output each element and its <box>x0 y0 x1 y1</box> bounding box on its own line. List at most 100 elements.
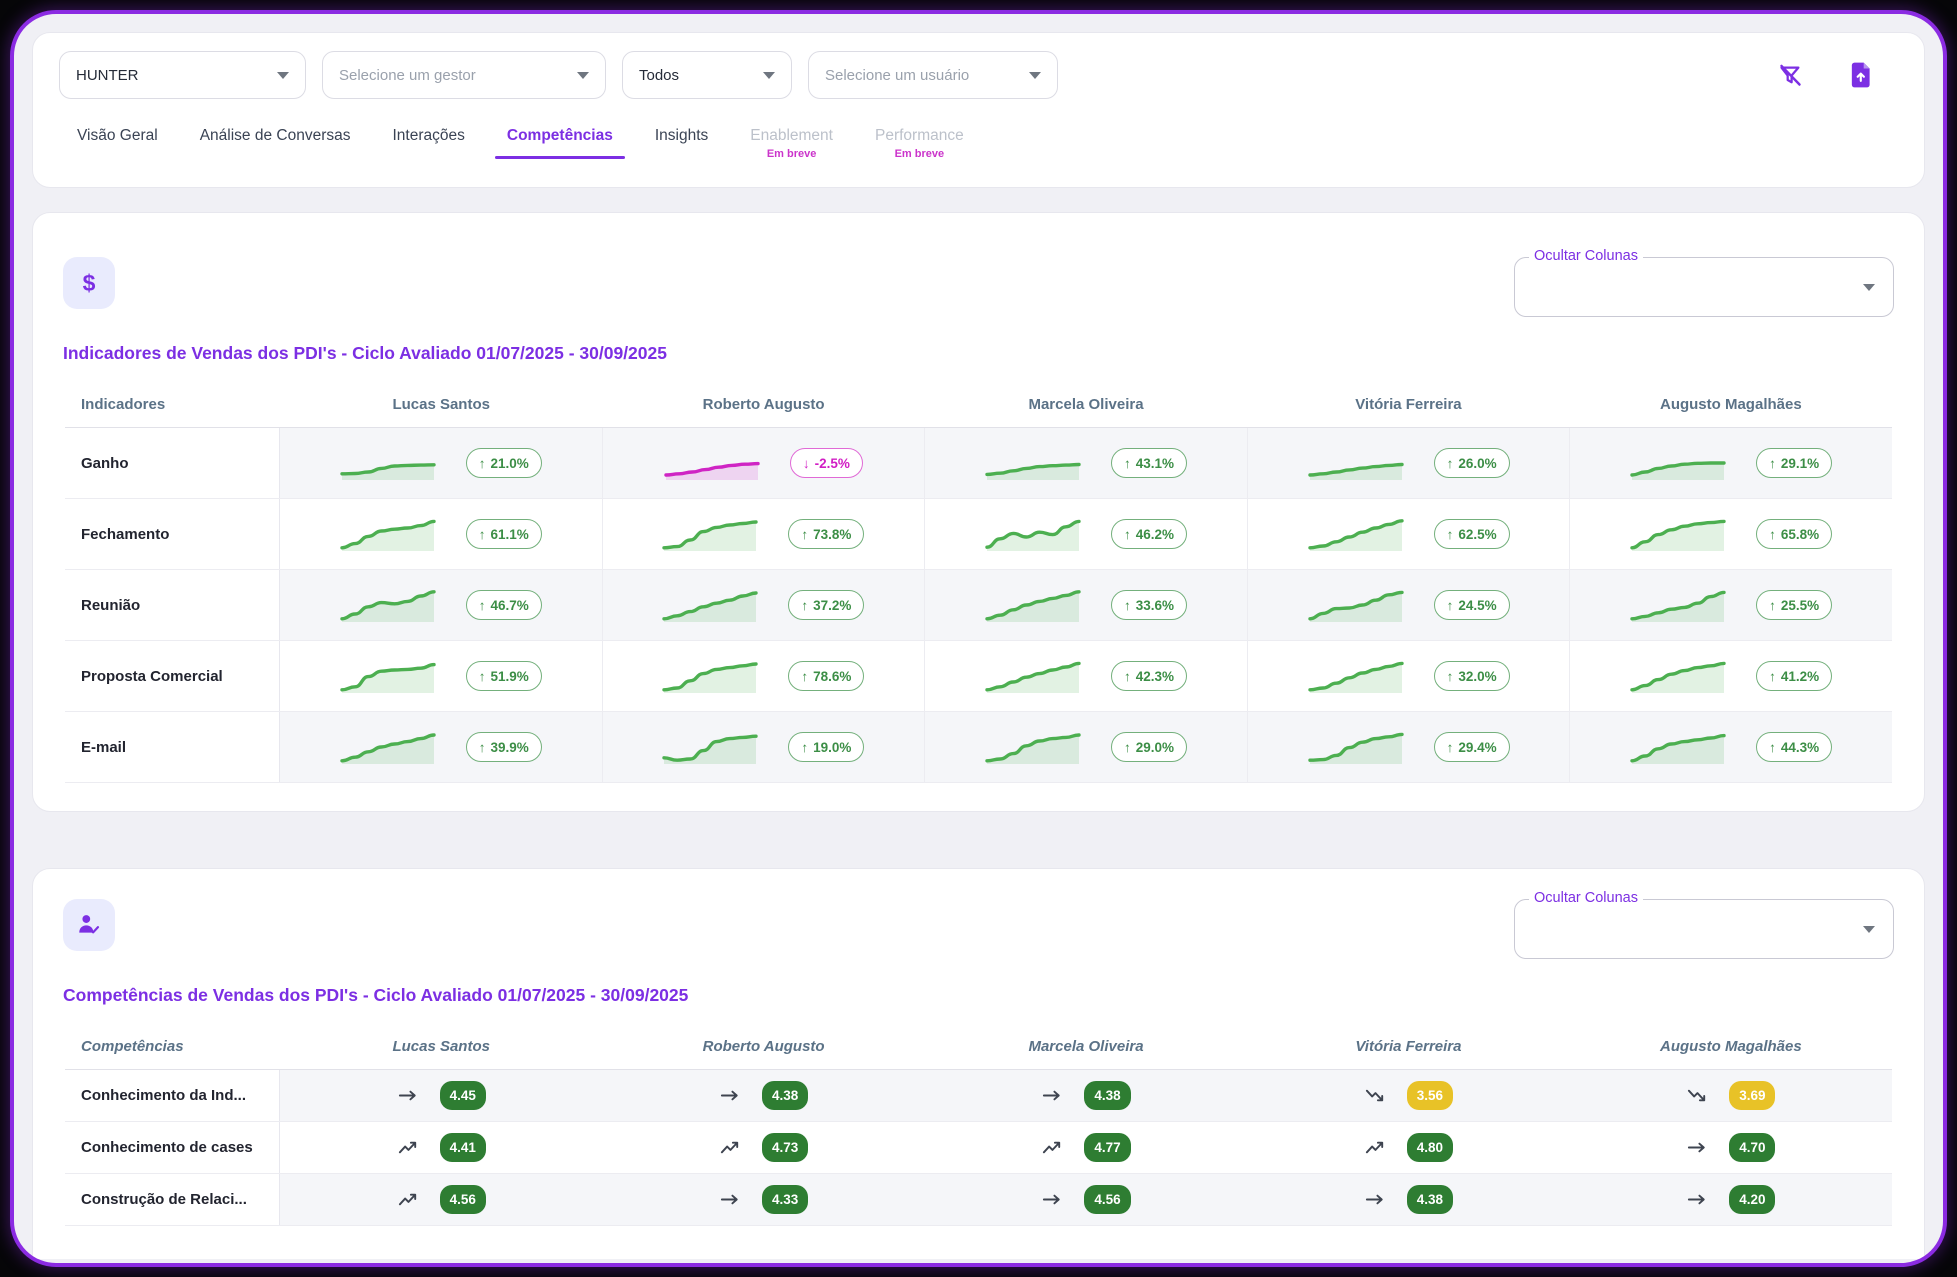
competencies-table: CompetênciasLucas SantosRoberto AugustoM… <box>65 1028 1892 1226</box>
row-label: Construção de Relaci... <box>65 1174 280 1225</box>
score-badge: 4.70 <box>1729 1133 1775 1162</box>
hide-columns-select-2[interactable]: Ocultar Colunas <box>1514 899 1894 959</box>
trend-up-icon <box>397 1188 420 1211</box>
column-header: Marcela Oliveira <box>925 1028 1247 1069</box>
indicator-cell: ↑ 21.0% <box>280 428 603 498</box>
tab-visão-geral[interactable]: Visão Geral <box>63 121 172 157</box>
trend-up-arrow-icon: ↑ <box>1447 598 1454 613</box>
score-badge: 3.69 <box>1729 1081 1775 1110</box>
trend-down-arrow-icon: ↓ <box>803 456 810 471</box>
indicator-cell: ↑ 24.5% <box>1248 570 1571 640</box>
trend-flat-icon <box>1686 1136 1709 1159</box>
trend-up-icon <box>1364 1136 1387 1159</box>
sparkline-chart <box>985 586 1085 624</box>
score-badge: 4.56 <box>440 1185 486 1214</box>
indicator-cell: ↑ 32.0% <box>1248 641 1571 711</box>
tab-análise-de-conversas[interactable]: Análise de Conversas <box>186 121 365 157</box>
trend-flat-icon <box>1041 1084 1064 1107</box>
user-select[interactable]: Selecione um usuário <box>808 51 1058 99</box>
trend-up-arrow-icon: ↑ <box>801 740 808 755</box>
sparkline-chart <box>985 728 1085 766</box>
row-label: Proposta Comercial <box>65 641 280 711</box>
row-label: Ganho <box>65 428 280 498</box>
row-label: E-mail <box>65 712 280 782</box>
column-header: Augusto Magalhães <box>1570 386 1892 427</box>
trend-up-arrow-icon: ↑ <box>479 598 486 613</box>
trend-badge: ↑ 26.0% <box>1434 448 1510 478</box>
table-header-row: CompetênciasLucas SantosRoberto AugustoM… <box>65 1028 1892 1070</box>
score-cell: 4.38 <box>925 1070 1247 1121</box>
indicator-cell: ↑ 46.2% <box>925 499 1248 569</box>
tab-competências[interactable]: Competências <box>493 121 627 157</box>
trend-up-arrow-icon: ↑ <box>1447 527 1454 542</box>
indicators-title: Indicadores de Vendas dos PDI's - Ciclo … <box>63 343 1894 364</box>
trend-badge: ↑ 29.4% <box>1434 732 1510 762</box>
main-panel: HUNTER Selecione um gestor Todos Selecio… <box>18 18 1939 1259</box>
filters-row: HUNTER Selecione um gestor Todos Selecio… <box>59 51 1898 99</box>
table-row: Ganho ↑ 21.0% ↓ -2.5% ↑ 43.1% <box>65 428 1892 499</box>
hide-columns-select-1[interactable]: Ocultar Colunas <box>1514 257 1894 317</box>
sparkline-chart <box>662 728 762 766</box>
column-header: Vitória Ferreira <box>1247 1028 1569 1069</box>
column-header: Vitória Ferreira <box>1247 386 1569 427</box>
score-cell: 3.69 <box>1570 1070 1892 1121</box>
trend-badge: ↑ 29.1% <box>1756 448 1832 478</box>
hide-columns-label: Ocultar Colunas <box>1529 890 1643 906</box>
tab-performance: PerformanceEm breve <box>861 121 978 172</box>
trend-badge: ↑ 46.2% <box>1111 519 1187 549</box>
sparkline-chart <box>1630 444 1730 482</box>
manager-select[interactable]: Selecione um gestor <box>322 51 606 99</box>
scope-select-value: Todos <box>639 67 679 84</box>
team-select[interactable]: HUNTER <box>59 51 306 99</box>
indicator-cell: ↓ -2.5% <box>603 428 926 498</box>
table-row: Conhecimento da Ind... 4.45 4.38 4.38 3.… <box>65 1070 1892 1122</box>
filter-off-icon <box>1777 62 1804 89</box>
clear-filters-button[interactable] <box>1777 62 1804 89</box>
sparkline-chart <box>662 657 762 695</box>
trend-badge: ↑ 44.3% <box>1756 732 1832 762</box>
trend-up-arrow-icon: ↑ <box>1769 598 1776 613</box>
tab-interações[interactable]: Interações <box>378 121 478 157</box>
chevron-down-icon <box>1029 72 1041 79</box>
trend-badge: ↑ 41.2% <box>1756 661 1832 691</box>
score-badge: 4.38 <box>762 1081 808 1110</box>
scope-select[interactable]: Todos <box>622 51 792 99</box>
score-cell: 4.56 <box>925 1174 1247 1225</box>
column-header: Lucas Santos <box>280 1028 602 1069</box>
sparkline-chart <box>985 657 1085 695</box>
trend-up-icon <box>397 1136 420 1159</box>
trend-badge: ↓ -2.5% <box>790 448 863 478</box>
trend-up-arrow-icon: ↑ <box>801 669 808 684</box>
score-cell: 4.38 <box>602 1070 924 1121</box>
trend-badge: ↑ 51.9% <box>466 661 542 691</box>
trend-badge: ↑ 78.6% <box>788 661 864 691</box>
sparkline-chart <box>340 657 440 695</box>
trend-badge: ↑ 42.3% <box>1111 661 1187 691</box>
trend-flat-icon <box>1364 1188 1387 1211</box>
indicator-cell: ↑ 37.2% <box>603 570 926 640</box>
trend-flat-icon <box>397 1084 420 1107</box>
score-badge: 4.38 <box>1407 1185 1453 1214</box>
column-header: Roberto Augusto <box>602 1028 924 1069</box>
export-button[interactable] <box>1848 61 1874 89</box>
score-badge: 3.56 <box>1407 1081 1453 1110</box>
sparkline-chart <box>1308 728 1408 766</box>
tab-insights[interactable]: Insights <box>641 121 722 157</box>
score-cell: 4.70 <box>1570 1122 1892 1173</box>
indicators-card: $ Ocultar Colunas Indicadores de Vendas … <box>32 212 1925 812</box>
trend-up-arrow-icon: ↑ <box>1447 669 1454 684</box>
trend-flat-icon <box>719 1084 742 1107</box>
indicator-cell: ↑ 25.5% <box>1570 570 1892 640</box>
score-badge: 4.33 <box>762 1185 808 1214</box>
trend-up-arrow-icon: ↑ <box>479 669 486 684</box>
trend-badge: ↑ 21.0% <box>466 448 542 478</box>
em-breve-badge: Em breve <box>875 148 964 160</box>
trend-badge: ↑ 24.5% <box>1434 590 1510 620</box>
hide-columns-label: Ocultar Colunas <box>1529 248 1643 264</box>
trend-up-arrow-icon: ↑ <box>1447 456 1454 471</box>
table-row: Fechamento ↑ 61.1% ↑ 73.8% ↑ 46. <box>65 499 1892 570</box>
table-row: Proposta Comercial ↑ 51.9% ↑ 78.6% ↑ <box>65 641 1892 712</box>
manager-select-value: Selecione um gestor <box>339 67 476 84</box>
trend-up-arrow-icon: ↑ <box>1124 598 1131 613</box>
trend-badge: ↑ 39.9% <box>466 732 542 762</box>
